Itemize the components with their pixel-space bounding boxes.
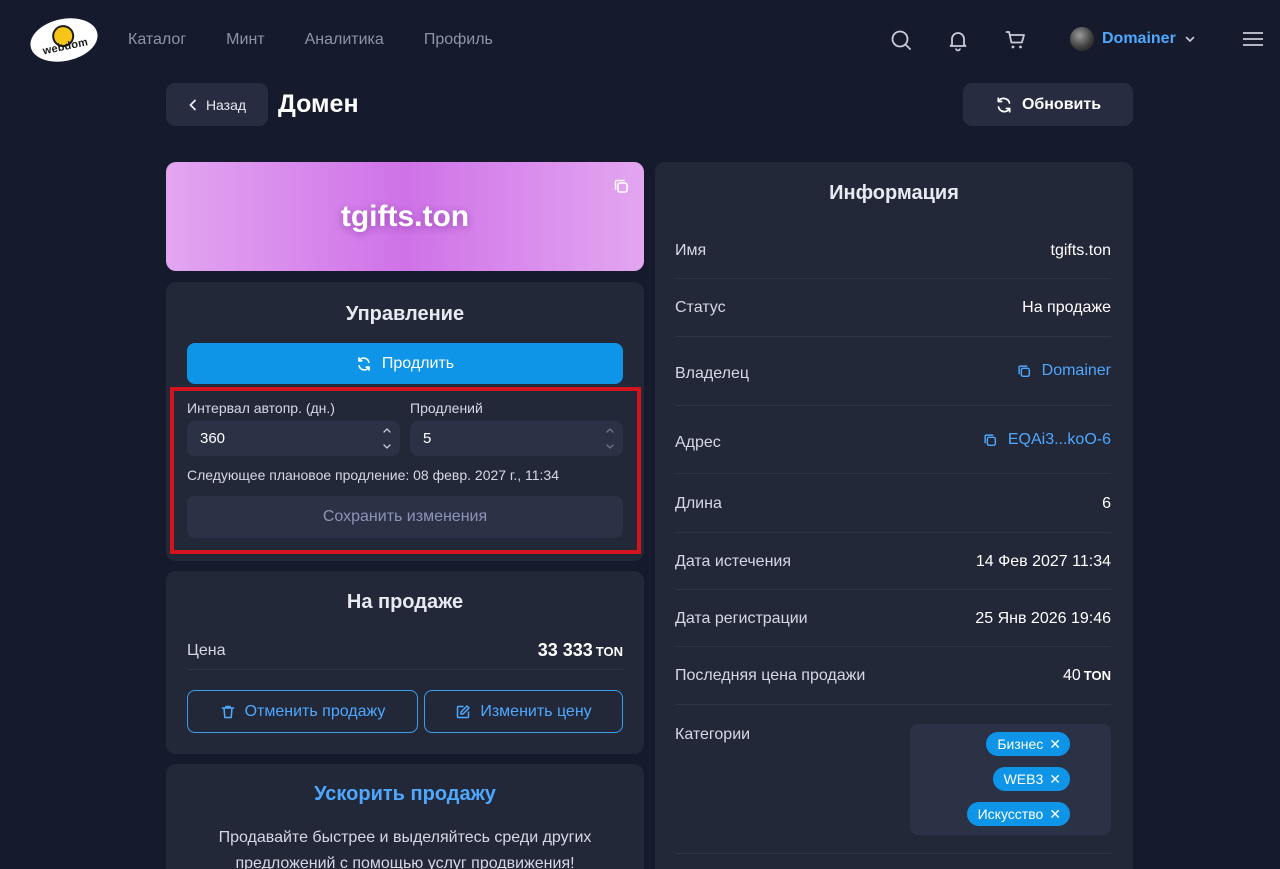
info-value: 6: [1102, 495, 1111, 512]
info-row-last-price: Последняя цена продажи 40 TON: [675, 647, 1111, 705]
info-label: Дата истечения: [675, 553, 791, 570]
address-link[interactable]: EQAi3...koO-6: [982, 431, 1111, 449]
close-icon[interactable]: ✕: [1049, 737, 1061, 751]
webdom-logo[interactable]: webdom: [26, 12, 102, 68]
search-icon[interactable]: [889, 28, 913, 52]
refresh-button-label: Обновить: [1021, 95, 1102, 113]
info-label: Последняя цена продажи: [675, 667, 866, 684]
info-row-status: Статус На продаже: [675, 279, 1111, 337]
info-row-name: Имя tgifts.ton: [675, 222, 1111, 279]
boost-text: Продавайте быстрее и выделяйтесь среди д…: [218, 829, 592, 869]
sale-title: На продаже: [346, 591, 464, 613]
categories-box: Бизнес ✕ WEB3 ✕ Искусство ✕: [910, 724, 1111, 835]
back-button-label: Назад: [205, 96, 247, 113]
info-row-address: Адрес EQAi3...koO-6: [675, 406, 1111, 474]
info-row-expiry: Дата истечения 14 Фев 2027 11:34: [675, 533, 1111, 590]
back-button[interactable]: Назад: [166, 83, 268, 126]
info-value: 40 TON: [1062, 667, 1111, 684]
nav-profile[interactable]: Профиль: [424, 31, 493, 49]
page-title: Домен: [278, 90, 359, 118]
renew-button-label: Продлить: [381, 354, 455, 372]
copy-icon[interactable]: [1016, 363, 1032, 379]
info-label: Длина: [675, 495, 722, 512]
price-value: 33 333 TON: [537, 640, 623, 660]
user-menu[interactable]: Domainer: [1070, 27, 1196, 51]
refresh-button[interactable]: Обновить: [963, 83, 1133, 126]
close-icon[interactable]: ✕: [1049, 772, 1061, 786]
category-chip[interactable]: WEB3 ✕: [992, 767, 1070, 791]
info-label: Статус: [675, 299, 726, 316]
info-label: Адрес: [675, 434, 721, 451]
boost-title[interactable]: Ускорить продажу: [166, 783, 644, 806]
info-label: Категории: [675, 726, 751, 743]
chevron-left-icon: [189, 99, 196, 110]
chevron-down-icon: [1185, 36, 1195, 43]
cart-icon[interactable]: [1004, 28, 1028, 52]
owner-link[interactable]: Domainer: [1016, 362, 1111, 380]
close-icon[interactable]: ✕: [1049, 807, 1061, 821]
trash-icon: [221, 705, 234, 718]
price-label: Цена: [187, 642, 226, 659]
nav-analytics[interactable]: Аналитика: [305, 31, 384, 49]
info-row-owner: Владелец Domainer: [675, 337, 1111, 406]
edit-price-button[interactable]: Изменить цену: [424, 690, 623, 733]
price-row: Цена 33 333 TON: [187, 640, 623, 670]
info-value: 14 Фев 2027 11:34: [975, 553, 1111, 570]
info-title: Информация: [829, 182, 959, 204]
main-nav: Каталог Минт Аналитика Профиль: [128, 31, 493, 49]
copy-icon[interactable]: [982, 432, 998, 448]
top-bar: webdom Каталог Минт Аналитика Профиль Do…: [0, 0, 1280, 80]
cancel-sale-label: Отменить продажу: [244, 702, 386, 720]
nav-mint[interactable]: Минт: [226, 31, 264, 49]
nav-catalog[interactable]: Каталог: [128, 31, 186, 49]
edit-price-label: Изменить цену: [480, 702, 592, 720]
info-label: Владелец: [675, 365, 750, 382]
info-row-registration: Дата регистрации 25 Янв 2026 19:46: [675, 590, 1111, 647]
info-label: Дата регистрации: [675, 610, 808, 627]
info-value: tgifts.ton: [1050, 242, 1111, 259]
domain-banner: tgifts.ton: [166, 162, 644, 271]
sale-card: На продаже Цена 33 333 TON Отменить прода…: [166, 571, 644, 754]
boost-card: Ускорить продажу Продавайте быстрее и вы…: [166, 764, 644, 869]
edit-icon: [457, 704, 471, 718]
info-label: Имя: [675, 242, 707, 259]
management-title: Управление: [345, 303, 465, 325]
bell-icon[interactable]: [946, 28, 970, 52]
banner-domain-name: tgifts.ton: [340, 199, 470, 233]
user-name: Domainer: [1102, 30, 1176, 47]
category-chip[interactable]: Искусство ✕: [966, 802, 1070, 826]
highlight-box: [170, 387, 641, 554]
refresh-icon: [997, 96, 1011, 113]
avatar: [1070, 27, 1094, 51]
info-row-length: Длина 6: [675, 474, 1111, 533]
info-card: Информация Имя tgifts.ton Статус На прод…: [655, 162, 1133, 869]
info-value: На продаже: [1022, 299, 1111, 316]
category-chip[interactable]: Бизнес ✕: [986, 732, 1070, 756]
renew-button[interactable]: Продлить: [187, 343, 623, 384]
info-value: 25 Янв 2026 19:46: [975, 610, 1111, 627]
copy-icon[interactable]: [612, 177, 630, 195]
refresh-icon: [358, 356, 370, 371]
cancel-sale-button[interactable]: Отменить продажу: [187, 690, 418, 733]
hamburger-menu-icon[interactable]: [1243, 31, 1263, 47]
